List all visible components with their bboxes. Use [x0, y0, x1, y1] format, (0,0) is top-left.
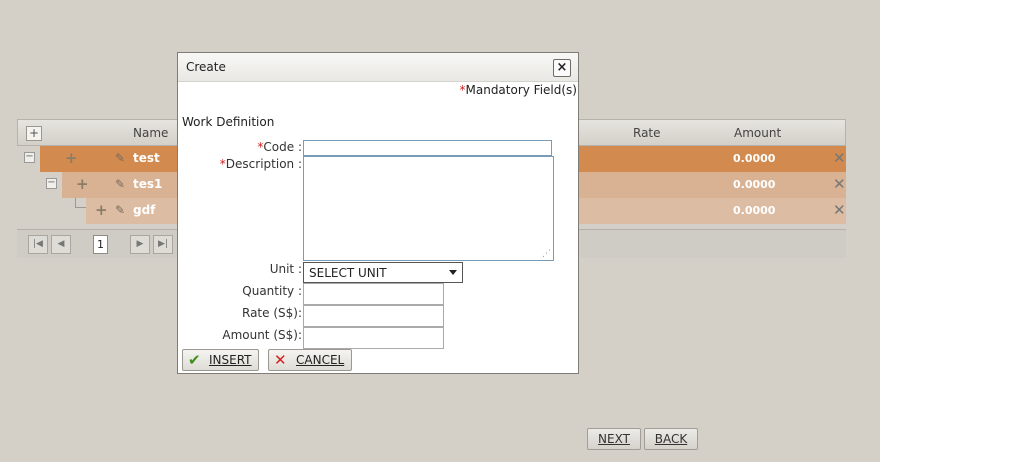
plus-icon[interactable]: + — [76, 175, 89, 193]
page-background: + Name Rate Amount − + ✎ test 0.0000 ✕ −… — [0, 0, 880, 462]
column-header-rate[interactable]: Rate — [633, 126, 661, 140]
description-textarea[interactable]: ⋰ — [303, 156, 554, 261]
rate-input[interactable] — [303, 305, 444, 327]
next-page-icon[interactable]: ▶ — [130, 235, 150, 254]
delete-icon[interactable]: ✕ — [833, 201, 846, 219]
create-dialog: Create × *Mandatory Field(s) Work Defini… — [177, 52, 579, 374]
amount-label: Amount (S$): — [222, 328, 302, 342]
quantity-label: Quantity : — [242, 284, 302, 298]
mandatory-note: *Mandatory Field(s) — [460, 83, 578, 97]
row-amount: 0.0000 — [733, 204, 776, 217]
plus-icon[interactable]: + — [65, 149, 78, 167]
row-name: tes1 — [133, 177, 163, 191]
pencil-icon[interactable]: ✎ — [115, 177, 125, 191]
next-button[interactable]: NEXT — [587, 428, 641, 450]
row-name: test — [133, 151, 160, 165]
dialog-titlebar[interactable]: Create × — [178, 53, 578, 82]
insert-button[interactable]: ✔ INSERT — [182, 349, 259, 371]
dialog-title: Create — [186, 60, 226, 74]
collapse-toggle-icon[interactable]: − — [46, 178, 57, 189]
row-amount: 0.0000 — [733, 178, 776, 191]
row-name: gdf — [133, 203, 156, 217]
page-number-input[interactable]: 1 — [93, 235, 108, 254]
resize-grip-icon[interactable]: ⋰ — [542, 249, 551, 259]
amount-input[interactable] — [303, 327, 444, 349]
pencil-icon[interactable]: ✎ — [115, 203, 125, 217]
quantity-input[interactable] — [303, 283, 444, 305]
delete-icon[interactable]: ✕ — [833, 175, 846, 193]
rate-label: Rate (S$): — [242, 306, 302, 320]
cancel-icon: ✕ — [274, 351, 287, 369]
plus-icon[interactable]: + — [95, 201, 108, 219]
collapse-toggle-icon[interactable]: − — [24, 152, 35, 163]
unit-label: Unit : — [269, 262, 302, 276]
pencil-icon[interactable]: ✎ — [115, 151, 125, 165]
first-page-icon[interactable]: |◀ — [28, 235, 48, 254]
unit-selected-value: SELECT UNIT — [309, 266, 387, 280]
check-icon: ✔ — [188, 351, 201, 369]
section-title: Work Definition — [182, 115, 275, 129]
back-button[interactable]: BACK — [644, 428, 698, 450]
mandatory-text: Mandatory Field(s) — [465, 83, 578, 97]
code-input[interactable] — [303, 140, 552, 156]
last-page-icon[interactable]: ▶| — [153, 235, 173, 254]
cancel-button[interactable]: ✕ CANCEL — [268, 349, 352, 371]
column-header-name[interactable]: Name — [133, 126, 168, 140]
delete-icon[interactable]: ✕ — [833, 149, 846, 167]
row-amount: 0.0000 — [733, 152, 776, 165]
expand-all-button[interactable]: + — [26, 126, 42, 141]
code-label: *Code : — [257, 140, 302, 154]
description-label: *Description : — [219, 157, 302, 171]
dropdown-arrow-icon[interactable] — [449, 270, 457, 275]
prev-page-icon[interactable]: ◀ — [51, 235, 71, 254]
column-header-amount[interactable]: Amount — [734, 126, 781, 140]
close-icon[interactable]: × — [553, 59, 571, 77]
unit-select[interactable]: SELECT UNIT — [303, 262, 463, 283]
